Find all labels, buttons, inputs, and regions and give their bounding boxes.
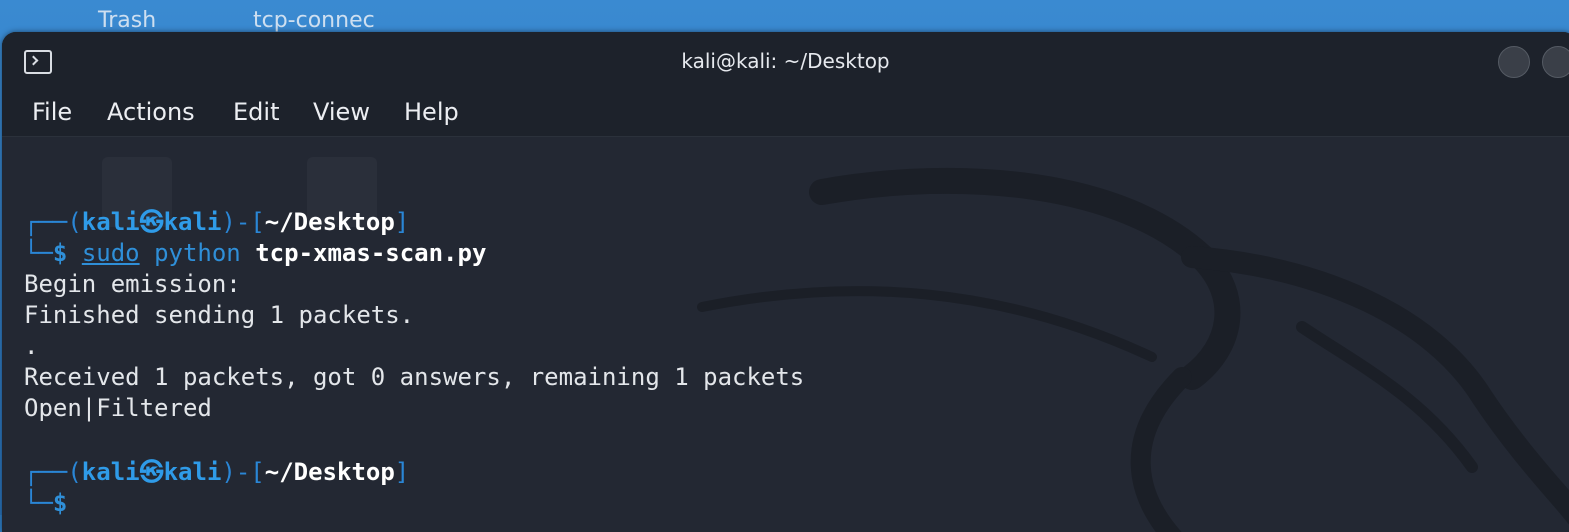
output-line: Begin emission:: [24, 270, 241, 298]
command-line-2[interactable]: └─$: [24, 488, 67, 519]
maximize-button[interactable]: [1542, 46, 1569, 78]
window-title: kali@kali: ~/Desktop: [681, 49, 890, 73]
prompt-frame: ]: [394, 208, 410, 236]
prompt-path: ~/Desktop: [264, 458, 395, 486]
prompt-host: kali: [163, 208, 222, 236]
command-sudo: sudo: [81, 239, 140, 267]
menu-bar: File Actions Edit View Help: [2, 92, 1569, 137]
output-line: Finished sending 1 packets.: [24, 301, 415, 329]
prompt-frame: └─: [24, 239, 53, 267]
prompt-line-2: ┌──(kali㉿kali)-[~/Desktop]: [24, 457, 409, 488]
output-line: Open|Filtered: [24, 394, 212, 422]
menu-actions[interactable]: Actions: [107, 98, 195, 126]
terminal-output-area[interactable]: ┌──(kali㉿kali)-[~/Desktop] └─$ sudo pyth…: [2, 137, 1569, 532]
desktop-icon-file-label[interactable]: tcp-connec: [253, 8, 375, 33]
prompt-frame: )-[: [221, 458, 265, 486]
output-line: Received 1 packets, got 0 answers, remai…: [24, 363, 805, 391]
prompt-at-symbol: ㉿: [139, 458, 164, 486]
prompt-path: ~/Desktop: [264, 208, 395, 236]
prompt-line-1: ┌──(kali㉿kali)-[~/Desktop]: [24, 207, 409, 238]
terminal-window: kali@kali: ~/Desktop File Actions Edit V…: [2, 32, 1569, 532]
menu-file[interactable]: File: [32, 98, 72, 126]
menu-edit[interactable]: Edit: [233, 98, 279, 126]
prompt-frame: )-[: [221, 208, 265, 236]
menu-help[interactable]: Help: [404, 98, 459, 126]
prompt-user: kali: [81, 458, 140, 486]
desktop-icon-trash-label[interactable]: Trash: [98, 8, 156, 33]
prompt-frame: ┌──(: [24, 208, 82, 236]
command-python: python: [154, 239, 241, 267]
window-titlebar[interactable]: kali@kali: ~/Desktop: [2, 32, 1569, 92]
prompt-frame: └─: [24, 489, 53, 517]
prompt-frame: ]: [394, 458, 410, 486]
output-line: .: [24, 332, 39, 360]
prompt-host: kali: [163, 458, 222, 486]
prompt-dollar: $: [52, 239, 68, 267]
menu-view[interactable]: View: [313, 98, 370, 126]
minimize-button[interactable]: [1498, 46, 1530, 78]
command-argument: tcp-xmas-scan.py: [255, 239, 487, 267]
prompt-user: kali: [81, 208, 140, 236]
prompt-dollar: $: [52, 489, 68, 517]
prompt-at-symbol: ㉿: [139, 208, 164, 236]
command-line-1: └─$ sudo python tcp-xmas-scan.py: [24, 238, 486, 269]
prompt-frame: ┌──(: [24, 458, 82, 486]
